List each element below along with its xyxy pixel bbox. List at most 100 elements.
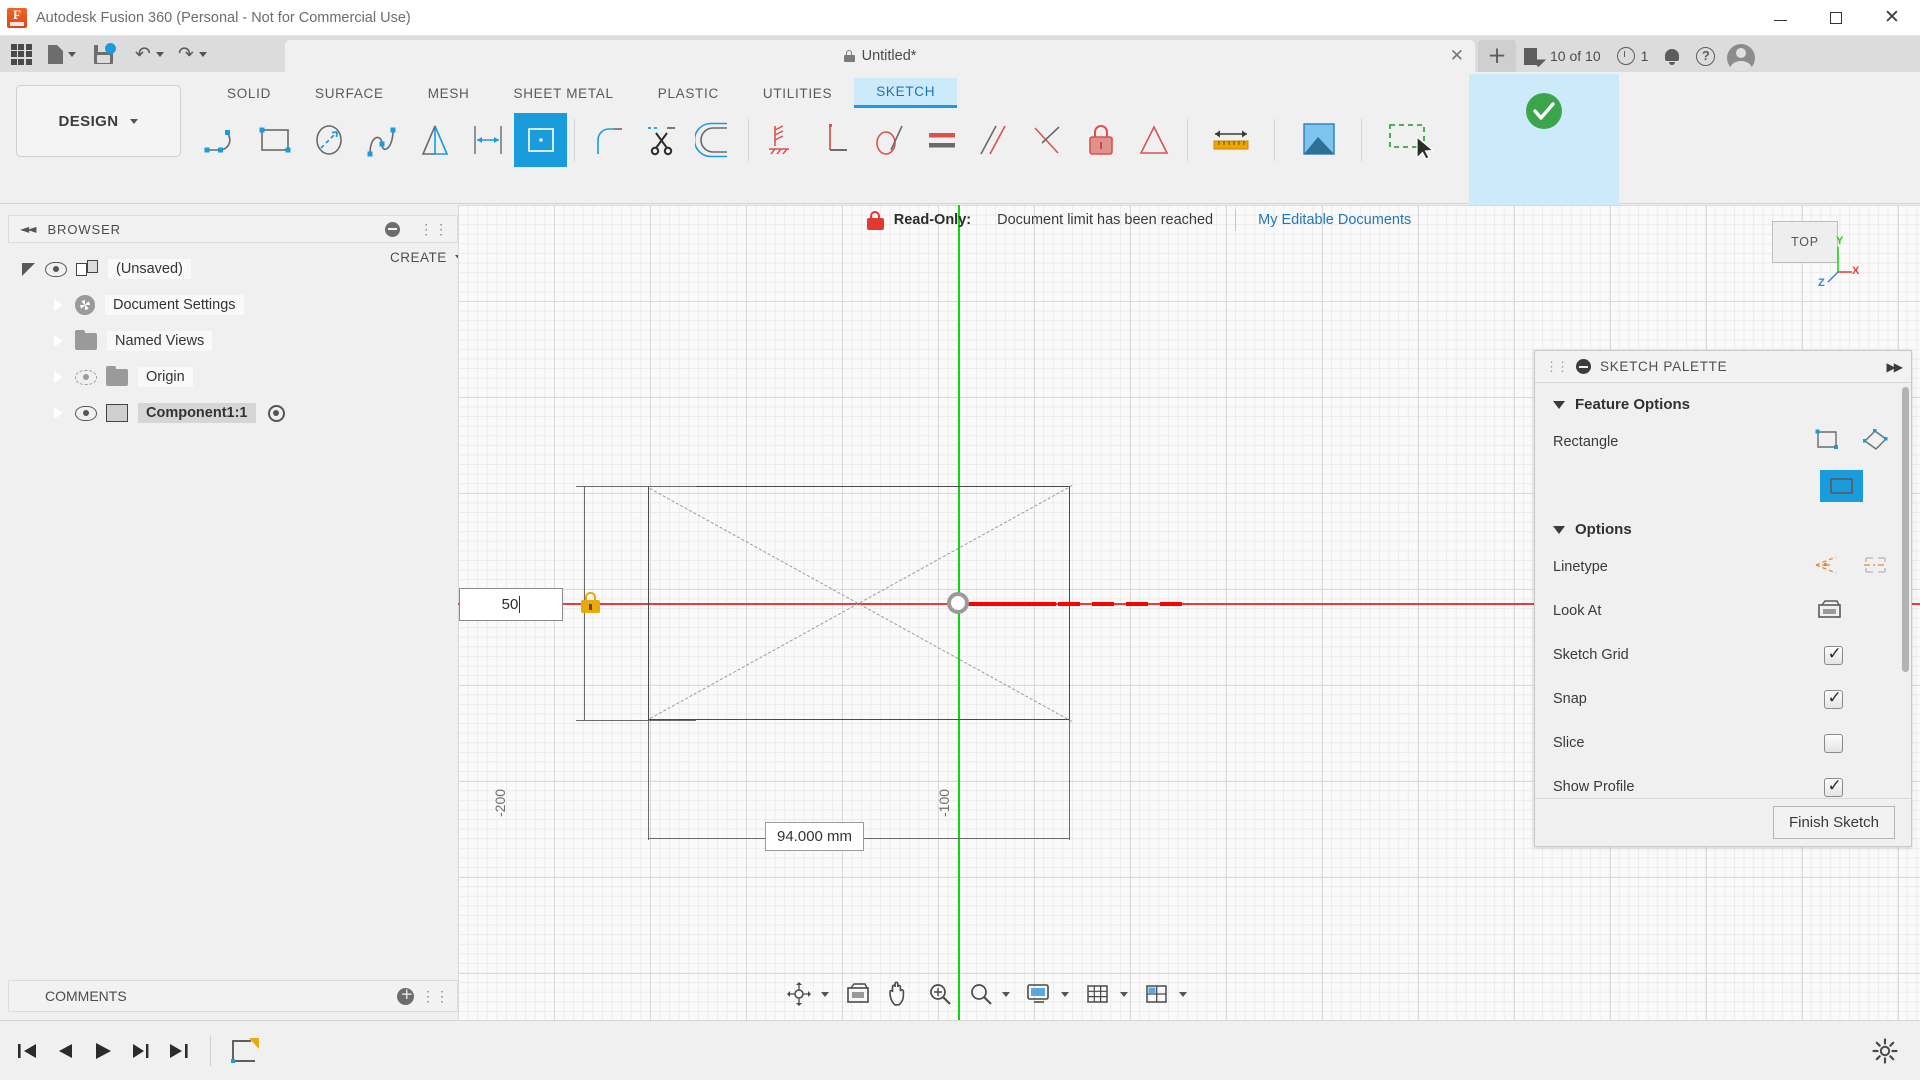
save-button[interactable]	[89, 36, 118, 72]
tab-sheet-metal[interactable]: SHEET METAL	[492, 78, 636, 108]
section-feature-options[interactable]: Feature Options	[1535, 383, 1911, 420]
grid-snaps[interactable]	[1079, 977, 1134, 1011]
comments-drag-handle[interactable]: ⋮⋮	[421, 988, 449, 1005]
go-to-end-button[interactable]	[160, 1030, 198, 1072]
fix-constraint[interactable]	[1074, 113, 1127, 167]
dimension-tool[interactable]	[461, 113, 514, 167]
user-avatar[interactable]	[1727, 44, 1756, 72]
comments-panel[interactable]: COMMENTS ⋮⋮	[8, 980, 458, 1012]
new-file-button[interactable]	[43, 36, 81, 72]
tree-item-document-settings[interactable]: Document Settings	[8, 287, 458, 323]
slice-checkbox[interactable]	[1824, 733, 1843, 753]
browser-drag-handle[interactable]: ⋮⋮	[419, 221, 449, 238]
midpoint-constraint[interactable]	[1021, 113, 1074, 167]
documents-counter[interactable]: 10 of 10	[1516, 40, 1609, 72]
look-at-tool[interactable]	[839, 977, 877, 1011]
3-point-rectangle-icon[interactable]	[1862, 429, 1889, 455]
spline-tool[interactable]	[355, 113, 408, 167]
expand-arrow-icon[interactable]	[22, 262, 35, 276]
tab-surface[interactable]: SURFACE	[293, 78, 406, 108]
row-slice[interactable]: Slice	[1535, 721, 1911, 765]
rectangle-tool[interactable]	[249, 113, 302, 167]
tab-solid[interactable]: SOLID	[205, 78, 293, 108]
step-forward-button[interactable]	[122, 1030, 160, 1072]
minimize-button[interactable]	[1752, 0, 1808, 36]
tab-mesh[interactable]: MESH	[406, 78, 492, 108]
trim-tool[interactable]	[635, 113, 688, 167]
zoom-tool[interactable]	[963, 977, 1016, 1011]
visibility-eye-icon[interactable]	[75, 405, 97, 421]
expand-arrow-icon[interactable]	[53, 406, 63, 420]
workspace-switcher-button[interactable]: DESIGN	[16, 85, 181, 157]
tab-utilities[interactable]: UTILITIES	[741, 78, 854, 108]
viewports[interactable]	[1138, 977, 1193, 1011]
tab-plastic[interactable]: PLASTIC	[636, 78, 741, 108]
drag-handle[interactable]: ⋮⋮	[1545, 359, 1569, 375]
lock-icon[interactable]	[581, 592, 600, 613]
circle-tool[interactable]	[302, 113, 355, 167]
finish-sketch-button[interactable]	[1511, 84, 1577, 138]
line-tool[interactable]	[196, 113, 249, 167]
browser-minimize-icon[interactable]	[385, 221, 401, 237]
finish-sketch-palette-button[interactable]: Finish Sketch	[1772, 806, 1895, 839]
jobs-counter[interactable]: 1	[1609, 40, 1657, 72]
offset-tool[interactable]	[688, 113, 741, 167]
add-comment-icon[interactable]	[397, 985, 414, 1005]
document-tab[interactable]: Untitled* ✕	[285, 40, 1475, 72]
perpendicular-constraint[interactable]	[809, 113, 862, 167]
close-tab-icon[interactable]: ✕	[1450, 47, 1464, 65]
tree-item-origin[interactable]: Origin	[8, 359, 458, 395]
tree-item-component1[interactable]: Component1:1	[8, 395, 458, 431]
look-at-icon[interactable]	[1816, 598, 1843, 624]
settings-gear-button[interactable]	[1866, 1030, 1904, 1072]
origin-point[interactable]	[947, 592, 969, 614]
center-rectangle-tool[interactable]	[514, 113, 567, 167]
my-editable-documents-link[interactable]: My Editable Documents	[1258, 212, 1411, 228]
symmetry-constraint[interactable]	[1127, 113, 1180, 167]
show-profile-checkbox[interactable]	[1824, 776, 1843, 797]
sketch-feature-marker[interactable]	[223, 1030, 269, 1072]
row-show-profile[interactable]: Show Profile	[1535, 765, 1911, 798]
activate-component-radio[interactable]	[267, 404, 285, 422]
pan-tool[interactable]	[881, 977, 917, 1011]
tree-item-named-views[interactable]: Named Views	[8, 323, 458, 359]
go-to-beginning-button[interactable]	[8, 1030, 46, 1072]
horizontal-dimension-label[interactable]: 94.000 mm	[765, 822, 865, 851]
2-point-rectangle-icon[interactable]	[1813, 429, 1840, 455]
centerline-linetype-icon[interactable]	[1862, 554, 1889, 580]
notifications-button[interactable]	[1656, 40, 1688, 72]
tangent-constraint[interactable]	[862, 113, 915, 167]
expand-arrow-icon[interactable]	[53, 298, 63, 312]
expand-arrow-icon[interactable]	[53, 334, 63, 348]
undo-button[interactable]: ↶	[130, 36, 169, 72]
play-button[interactable]	[84, 1030, 122, 1072]
collapse-icon[interactable]	[1576, 359, 1591, 374]
expand-arrow-icon[interactable]	[53, 370, 63, 384]
collapse-icon[interactable]: ◄◄	[20, 222, 37, 236]
maximize-button[interactable]	[1808, 0, 1864, 36]
fillet-tool[interactable]	[582, 113, 635, 167]
orbit-tool[interactable]	[780, 977, 835, 1011]
center-rectangle-icon[interactable]	[1820, 470, 1863, 502]
row-snap[interactable]: Snap	[1535, 677, 1911, 721]
visibility-eye-icon[interactable]	[45, 261, 67, 277]
equal-constraint[interactable]	[915, 113, 968, 167]
app-grid-icon[interactable]	[9, 42, 33, 66]
fit-tool[interactable]	[921, 977, 959, 1011]
view-cube[interactable]: TOP Y X Z	[1760, 217, 1859, 289]
step-back-button[interactable]	[46, 1030, 84, 1072]
close-button[interactable]: ✕	[1864, 0, 1920, 36]
dimension-input[interactable]: 50	[459, 588, 563, 621]
help-button[interactable]: ?	[1688, 40, 1723, 72]
parallel-constraint[interactable]	[968, 113, 1021, 167]
horizontal-vertical-constraint[interactable]	[756, 113, 809, 167]
insert-image-tool[interactable]	[1282, 113, 1354, 167]
sketch-grid-checkbox[interactable]	[1824, 644, 1843, 665]
row-sketch-grid[interactable]: Sketch Grid	[1535, 633, 1911, 677]
palette-scrollbar[interactable]	[1902, 387, 1909, 672]
tree-item-unsaved[interactable]: (Unsaved)	[8, 251, 458, 287]
measure-tool[interactable]	[1195, 113, 1267, 167]
snap-checkbox[interactable]	[1824, 688, 1843, 709]
tab-sketch[interactable]: SKETCH	[854, 78, 958, 108]
polygon-tool[interactable]	[408, 113, 461, 167]
